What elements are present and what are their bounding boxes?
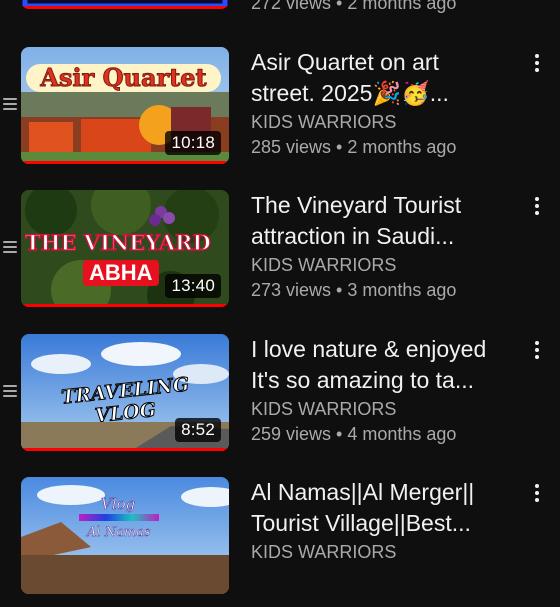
video-duration: 10:18 — [165, 131, 221, 155]
video-duration: 13:40 — [165, 274, 221, 298]
playlist-video-list: 272 views • 2 months ago Asir Quartet 10… — [0, 0, 560, 594]
video-title-line1: The Vineyard Tourist — [251, 192, 462, 218]
list-item[interactable]: 272 views • 2 months ago — [0, 0, 560, 22]
list-item[interactable]: THE VINEYARD ABHA 13:40 The Vineyard Tou… — [0, 190, 560, 320]
drag-handle-icon[interactable] — [3, 385, 17, 397]
drag-handle-icon[interactable] — [3, 98, 17, 110]
video-meta: 285 views • 2 months ago — [251, 137, 457, 157]
video-title-line1: I love nature & enjoyed — [251, 336, 487, 362]
video-title-line2: attraction in Saudi... — [251, 223, 455, 249]
video-title[interactable]: Asir Quartet on art street. 2025🎉🥳... — [251, 47, 521, 109]
channel-name[interactable]: KIDS WARRIORS — [251, 540, 521, 564]
channel-name[interactable]: KIDS WARRIORS — [251, 110, 521, 134]
video-info: Asir Quartet on art street. 2025🎉🥳... KID… — [251, 47, 521, 160]
thumbnail-overlay-subtext: Al Namas — [87, 525, 151, 540]
video-title-line2: street. 2025🎉🥳... — [251, 80, 449, 106]
list-item[interactable]: Asir Quartet 10:18 Asir Quartet on art st… — [0, 47, 560, 177]
video-title-line2: It's so amazing to ta... — [251, 367, 474, 393]
more-vert-icon[interactable] — [530, 484, 544, 508]
video-info: I love nature & enjoyed It's so amazing t… — [251, 334, 521, 447]
watch-progress-bar — [21, 6, 229, 9]
video-thumbnail[interactable]: THE VINEYARD ABHA 13:40 — [21, 190, 229, 307]
video-meta: 259 views • 4 months ago — [251, 424, 457, 444]
watch-progress-bar — [21, 161, 229, 164]
channel-name[interactable]: KIDS WARRIORS — [251, 253, 521, 277]
watch-progress-bar — [21, 448, 229, 451]
video-title[interactable]: The Vineyard Tourist attraction in Saudi.… — [251, 190, 521, 252]
drag-handle-icon[interactable] — [3, 241, 17, 253]
list-item[interactable]: Vlog Al Namas Al Namas||Al Merger|| Touri… — [0, 477, 560, 607]
thumbnail-color-bar — [79, 514, 159, 521]
more-vert-icon[interactable] — [530, 197, 544, 221]
more-vert-icon[interactable] — [530, 341, 544, 365]
channel-name[interactable]: KIDS WARRIORS — [251, 397, 521, 421]
video-thumbnail[interactable]: Asir Quartet 10:18 — [21, 47, 229, 164]
video-meta: 273 views • 3 months ago — [251, 280, 457, 300]
list-item[interactable]: TRAVELING VLOG 8:52 I love nature & enjo… — [0, 334, 560, 464]
video-thumbnail[interactable]: TRAVELING VLOG 8:52 — [21, 334, 229, 451]
video-info: Al Namas||Al Merger|| Tourist Village||Be… — [251, 477, 521, 564]
video-title-line1: Asir Quartet on art — [251, 49, 439, 75]
thumbnail-overlay-text: THE VINEYARD — [25, 230, 211, 255]
video-title-line2: Tourist Village||Best... — [251, 510, 471, 536]
video-thumbnail[interactable]: Vlog Al Namas — [21, 477, 229, 594]
video-thumbnail[interactable] — [21, 0, 229, 9]
watch-progress-bar — [21, 304, 229, 307]
video-duration: 8:52 — [175, 418, 221, 442]
thumbnail-overlay-subtext: ABHA — [83, 260, 159, 286]
video-title[interactable]: Al Namas||Al Merger|| Tourist Village||Be… — [251, 477, 521, 539]
video-info: The Vineyard Tourist attraction in Saudi.… — [251, 190, 521, 303]
video-title[interactable]: I love nature & enjoyed It's so amazing t… — [251, 334, 521, 396]
thumbnail-overlay-text: Asir Quartet — [26, 64, 221, 92]
thumbnail-overlay-text: Vlog — [101, 495, 136, 514]
video-meta: 272 views • 2 months ago — [251, 0, 457, 13]
video-title-line1: Al Namas||Al Merger|| — [251, 479, 475, 505]
more-vert-icon[interactable] — [530, 54, 544, 78]
